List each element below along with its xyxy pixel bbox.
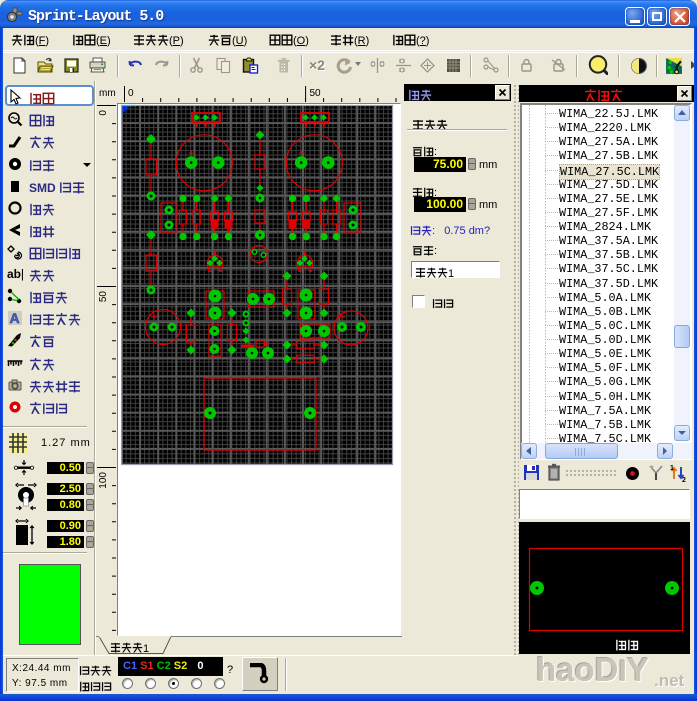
svg-text:100: 100: [98, 472, 109, 489]
svg-text:2: 2: [682, 477, 686, 482]
svg-text:0: 0: [98, 110, 109, 116]
svg-text:50: 50: [310, 88, 322, 99]
svg-text:0: 0: [128, 88, 134, 99]
svg-text:A: A: [10, 310, 20, 326]
svg-text:1: 1: [670, 465, 674, 472]
svg-text:50: 50: [98, 291, 109, 303]
svg-text:ab|: ab|: [7, 267, 23, 281]
